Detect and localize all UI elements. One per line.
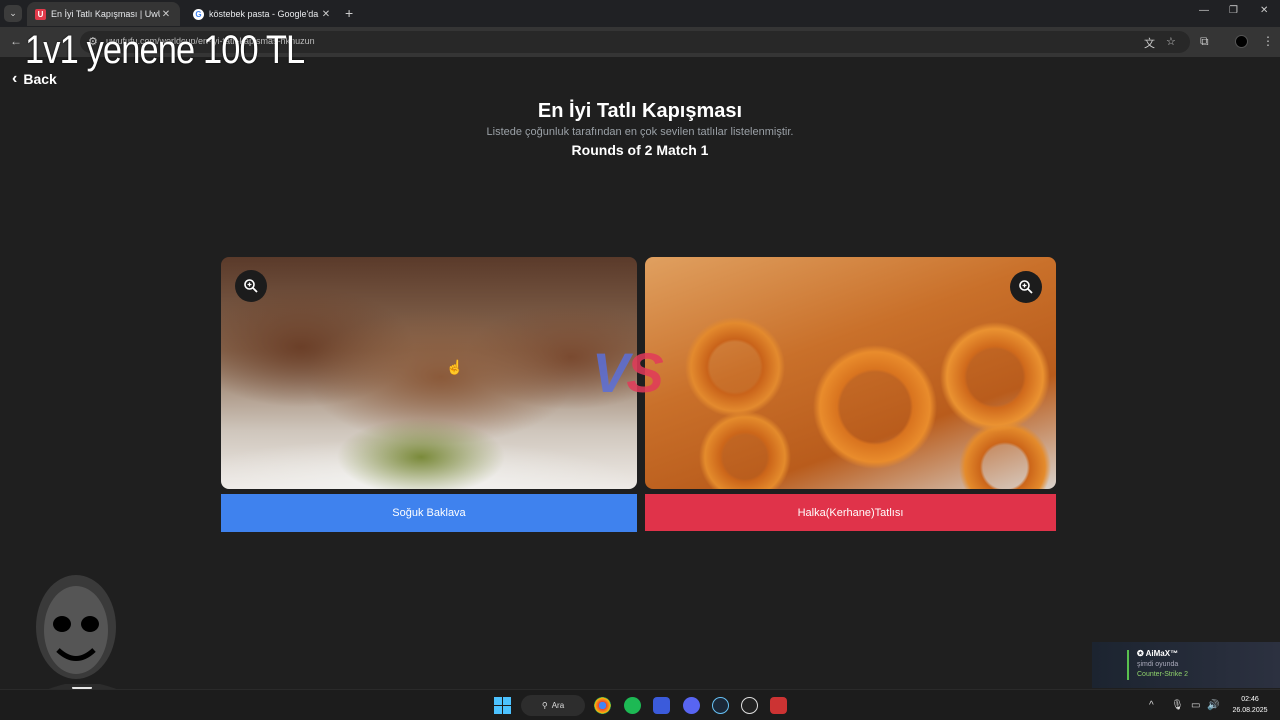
vs-letter-v: V	[592, 341, 629, 404]
stream-overlay-title: 1v1 yenene 100 TL	[25, 28, 305, 72]
zoom-in-icon[interactable]	[235, 270, 267, 302]
steam-icon[interactable]	[712, 697, 729, 714]
menu-dots-icon[interactable]: ⋮	[1262, 34, 1274, 48]
obs-icon[interactable]	[741, 697, 758, 714]
system-clock[interactable]: 02:46 26.08.2025	[1222, 694, 1278, 716]
microphone-icon[interactable]: 🎙	[1171, 700, 1184, 711]
status-bar	[1127, 650, 1129, 680]
clock-time: 02:46	[1241, 696, 1259, 703]
chrome-icon[interactable]	[594, 697, 611, 714]
profile-avatar[interactable]	[1235, 35, 1248, 48]
spotify-icon[interactable]	[624, 697, 641, 714]
round-indicator: Rounds of 2 Match 1	[571, 142, 709, 158]
new-tab-plus-icon[interactable]: +	[345, 5, 353, 21]
friend-status: şimdi oyunda	[1137, 661, 1179, 668]
close-tab-icon[interactable]: ✕	[160, 9, 172, 20]
game-app-icon[interactable]	[770, 697, 787, 714]
translate-icon[interactable]: 文	[1144, 35, 1155, 51]
restore-icon[interactable]: ❐	[1229, 5, 1238, 16]
search-label: Ara	[551, 701, 565, 710]
taskbar: ⚲ Ara ^ 🎙 ▭ 🔊 02:46 26.08.2025	[0, 689, 1280, 720]
clock-date: 26.08.2025	[1232, 707, 1268, 714]
hand-cursor-icon: ☝	[446, 359, 464, 375]
tab-strip: ⌄ U En İyi Tatlı Kapışması | UwUFUFU ✕ G…	[0, 0, 1280, 27]
close-tab-icon[interactable]: ✕	[320, 9, 332, 20]
windows-start-icon[interactable]	[494, 697, 511, 714]
minimize-icon[interactable]: —	[1199, 5, 1209, 16]
extensions-puzzle-icon[interactable]: ⧉	[1200, 34, 1209, 49]
left-choice-image[interactable]	[221, 257, 637, 489]
chevron-left-icon: ‹	[12, 70, 18, 87]
screen: ⌄ U En İyi Tatlı Kapışması | UwUFUFU ✕ G…	[0, 0, 1280, 720]
search-icon: ⚲	[541, 701, 548, 710]
vs-badge: VS	[592, 340, 664, 405]
friend-name-text: AiMaX™	[1145, 649, 1179, 658]
page-subtitle: Listede çoğunluk tarafından en çok sevil…	[486, 126, 794, 138]
back-arrow-icon[interactable]: ←	[10, 34, 22, 48]
friend-name: ✪ AiMaX™	[1137, 649, 1179, 658]
tab-google[interactable]: G köstebek pasta - Google'da Ara ✕	[185, 2, 340, 26]
right-choice-button[interactable]: Halka(Kerhane)Tatlısı	[645, 494, 1056, 531]
left-choice-button[interactable]: Soğuk Baklava	[221, 494, 637, 532]
network-icon[interactable]: ▭	[1191, 700, 1200, 711]
tab-title: köstebek pasta - Google'da Ara	[209, 9, 320, 19]
app-icon[interactable]	[653, 697, 670, 714]
friend-game: Counter-Strike 2	[1137, 671, 1188, 678]
zoom-in-icon[interactable]	[1010, 271, 1042, 303]
uwufufu-favicon-icon: U	[35, 8, 46, 20]
volume-icon[interactable]: 🔊	[1207, 700, 1219, 711]
google-favicon-icon: G	[193, 8, 204, 20]
game-activity-notification[interactable]: ✪ AiMaX™ şimdi oyunda Counter-Strike 2	[1092, 642, 1280, 688]
tab-title: En İyi Tatlı Kapışması | UwUFUFU	[51, 9, 160, 19]
discord-icon[interactable]	[683, 697, 700, 714]
tab-search-chevron-icon[interactable]: ⌄	[4, 5, 22, 22]
tray-chevron-up-icon[interactable]: ^	[1149, 700, 1154, 711]
right-choice-image[interactable]	[645, 257, 1056, 489]
page-title: En İyi Tatlı Kapışması	[537, 100, 743, 122]
bookmark-star-icon[interactable]: ☆	[1166, 35, 1176, 48]
back-label: Back	[23, 71, 57, 87]
vs-letter-s: S	[626, 341, 663, 404]
close-window-icon[interactable]: ✕	[1260, 5, 1268, 16]
taskbar-search[interactable]: ⚲ Ara	[521, 695, 585, 716]
tab-uwufufu[interactable]: U En İyi Tatlı Kapışması | UwUFUFU ✕	[27, 2, 180, 26]
